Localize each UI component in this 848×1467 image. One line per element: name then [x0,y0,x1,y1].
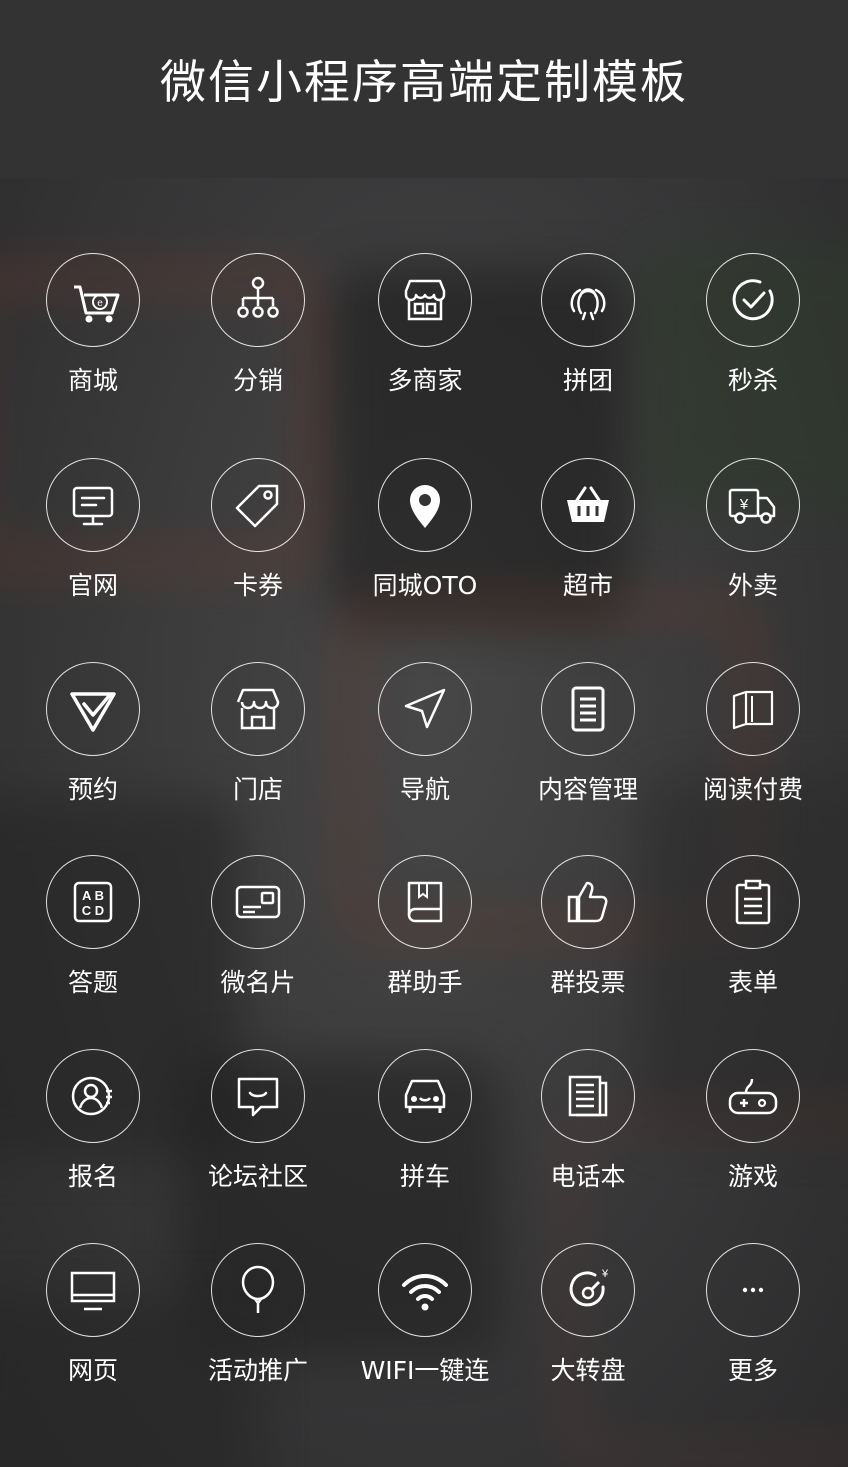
feature-label: 报名 [67,1162,118,1191]
feature-item-19[interactable]: 群投票 [508,855,668,1025]
feature-item-15[interactable]: 阅读付费 [673,662,833,832]
feature-label: 网页 [67,1356,118,1385]
distribution-tree-icon [211,253,305,347]
feature-item-2[interactable]: 分销 [178,253,338,423]
clipboard-icon [706,855,800,949]
feature-item-13[interactable]: 导航 [345,662,505,832]
feature-label: 更多 [727,1356,778,1385]
feature-label: 拼团 [562,366,613,395]
monitor-icon [46,458,140,552]
feature-item-8[interactable]: 同城OTO [345,458,505,628]
feature-label: 大转盘 [550,1356,626,1385]
check-clock-icon [706,253,800,347]
feature-label: 拼车 [399,1162,450,1191]
feature-grid: e 商城 分销 多商家 拼团 秒杀官网 卡券 同城OTO 超市 ¥ 外卖预约 门店 导航 内容管理 阅读付费… [0,0,848,1467]
feature-label: 导航 [399,775,450,804]
group-people-icon [541,253,635,347]
gamepad-icon [706,1049,800,1143]
feature-label: 卡券 [232,571,283,600]
feature-item-3[interactable]: 多商家 [345,253,505,423]
shopping-cart-icon: e [46,253,140,347]
svg-text:¥: ¥ [739,496,749,513]
feature-label: 商城 [67,366,118,395]
feature-item-21[interactable]: 报名 [13,1049,173,1219]
feature-item-20[interactable]: 表单 [673,855,833,1025]
feature-item-9[interactable]: 超市 [508,458,668,628]
feature-item-14[interactable]: 内容管理 [508,662,668,832]
feature-item-23[interactable]: 拼车 [345,1049,505,1219]
book-icon [378,855,472,949]
webpage-screen-icon [46,1243,140,1337]
open-book-icon [706,662,800,756]
navigation-arrow-icon [378,662,472,756]
shop-icon [211,662,305,756]
basket-icon [541,458,635,552]
feature-item-7[interactable]: 卡券 [178,458,338,628]
document-icon [541,662,635,756]
thumbs-up-icon [541,855,635,949]
feature-item-22[interactable]: 论坛社区 [178,1049,338,1219]
feature-label: 同城OTO [372,571,478,600]
feature-item-6[interactable]: 官网 [13,458,173,628]
feature-label: WIFI一键连 [360,1356,490,1385]
feature-item-5[interactable]: 秒杀 [673,253,833,423]
feature-label: 电话本 [550,1162,626,1191]
svg-text:¥: ¥ [601,1268,609,1280]
feature-item-18[interactable]: 群助手 [345,855,505,1025]
tag-icon [211,458,305,552]
location-pin-icon [378,458,472,552]
user-signup-icon [46,1049,140,1143]
car-icon [378,1049,472,1143]
feature-item-24[interactable]: 电话本 [508,1049,668,1219]
lucky-wheel-icon: ¥ [541,1243,635,1337]
feature-item-30[interactable]: 更多 [673,1243,833,1413]
storefront-icon [378,253,472,347]
feature-item-1[interactable]: e 商城 [13,253,173,423]
feature-label: 官网 [67,571,118,600]
feature-label: 游戏 [727,1162,778,1191]
feature-label: 微名片 [220,968,296,997]
feature-label: 活动推广 [207,1356,308,1385]
card-icon [211,855,305,949]
feature-label: 分销 [232,366,283,395]
feature-label: 秒杀 [727,366,778,395]
abcd-quiz-icon: A BC D [46,855,140,949]
feature-item-4[interactable]: 拼团 [508,253,668,423]
feature-item-25[interactable]: 游戏 [673,1049,833,1219]
feature-item-27[interactable]: 活动推广 [178,1243,338,1413]
feature-item-11[interactable]: 预约 [13,662,173,832]
feature-label: 多商家 [387,366,463,395]
feature-item-12[interactable]: 门店 [178,662,338,832]
delivery-truck-icon: ¥ [706,458,800,552]
feature-item-28[interactable]: WIFI一键连 [345,1243,505,1413]
feature-label: 预约 [67,775,118,804]
feature-label: 内容管理 [537,775,638,804]
feature-item-26[interactable]: 网页 [13,1243,173,1413]
feature-item-17[interactable]: 微名片 [178,855,338,1025]
feature-item-29[interactable]: ¥ 大转盘 [508,1243,668,1413]
feature-label: 外卖 [727,571,778,600]
feature-label: 群助手 [387,968,463,997]
feature-label: 论坛社区 [207,1162,308,1191]
feature-label: 表单 [727,968,778,997]
feature-label: 门店 [232,775,283,804]
balloon-icon [211,1243,305,1337]
svg-text:A B: A B [82,888,104,903]
svg-text:e: e [97,298,103,309]
wifi-icon [378,1243,472,1337]
feature-item-10[interactable]: ¥ 外卖 [673,458,833,628]
more-dots-icon [706,1243,800,1337]
svg-text:C D: C D [82,903,104,918]
feature-item-16[interactable]: A BC D 答题 [13,855,173,1025]
feature-label: 阅读付费 [702,775,803,804]
phonebook-icon [541,1049,635,1143]
feature-label: 群投票 [550,968,626,997]
chat-bubble-icon [211,1049,305,1143]
feature-label: 超市 [562,571,613,600]
check-triangle-icon [46,662,140,756]
feature-label: 答题 [67,968,118,997]
